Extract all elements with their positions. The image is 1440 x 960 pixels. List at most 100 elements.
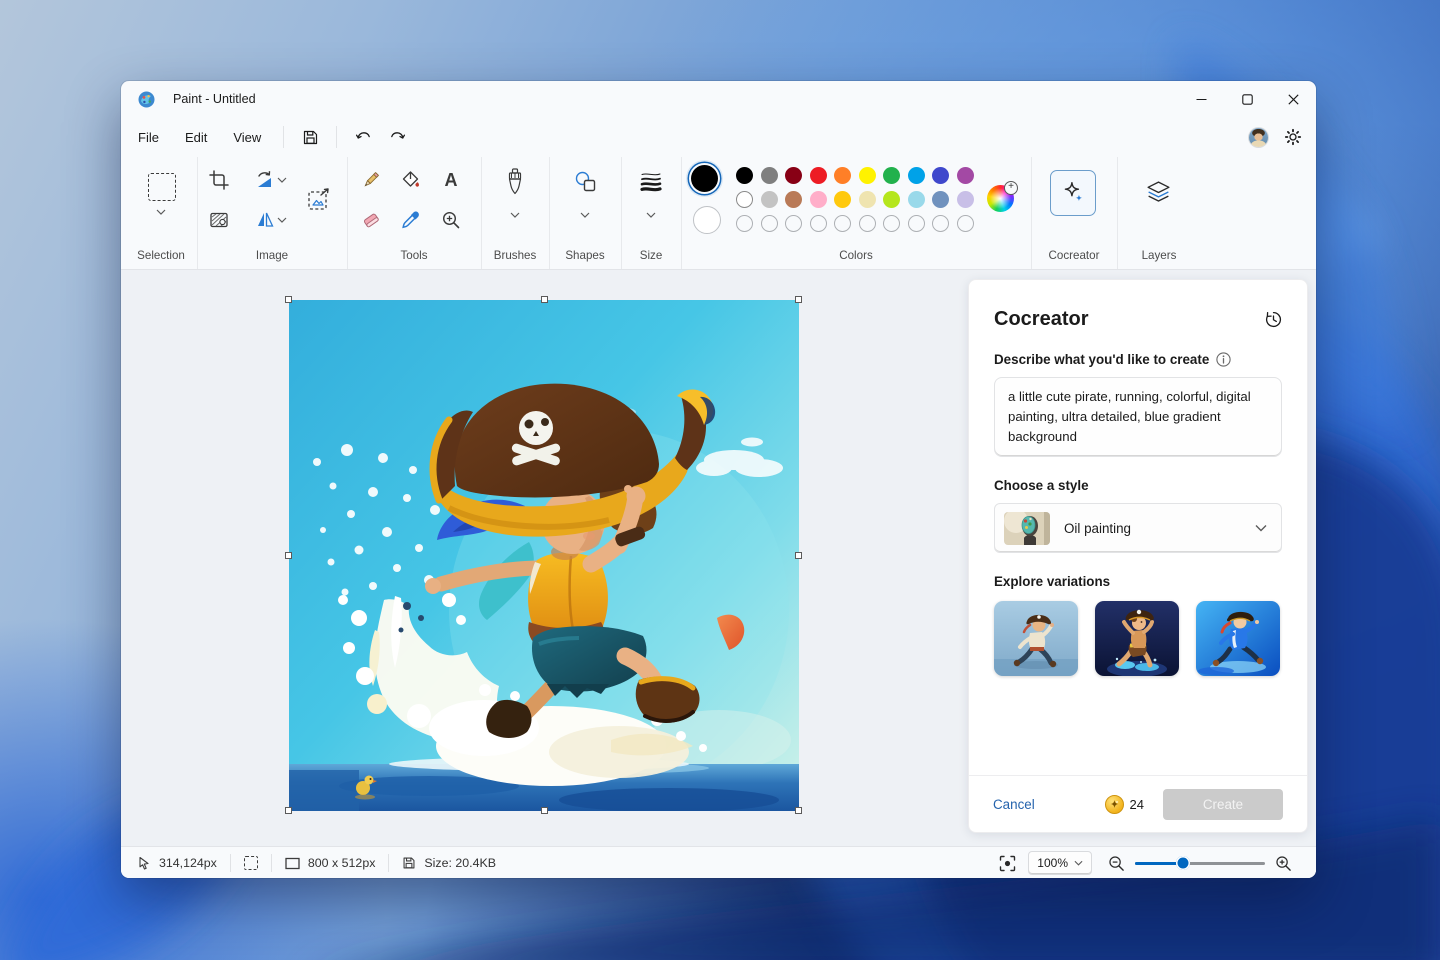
color-swatch[interactable] <box>932 167 949 184</box>
color-swatch[interactable] <box>761 167 778 184</box>
undo-icon <box>355 129 372 146</box>
selection-handle[interactable] <box>541 807 548 814</box>
chevron-down-icon[interactable] <box>646 212 656 218</box>
cocreator-button[interactable] <box>1050 170 1096 216</box>
minimize-button[interactable] <box>1178 81 1224 117</box>
chevron-down-icon[interactable] <box>156 209 166 215</box>
custom-color-slot[interactable] <box>908 215 925 232</box>
canvas[interactable] <box>289 300 799 811</box>
crop-icon[interactable] <box>209 170 229 190</box>
selection-handle[interactable] <box>795 807 802 814</box>
resize-icon[interactable] <box>307 188 331 212</box>
chevron-down-icon[interactable] <box>277 217 287 223</box>
remove-background-icon[interactable] <box>209 210 229 230</box>
color-swatch[interactable] <box>810 191 827 208</box>
menu-file[interactable]: File <box>125 124 172 151</box>
background-color-swatch[interactable] <box>693 206 721 234</box>
custom-color-slot[interactable] <box>859 215 876 232</box>
file-size: Size: 20.4KB <box>402 856 496 870</box>
color-swatch[interactable] <box>761 191 778 208</box>
zoom-slider-thumb[interactable] <box>1176 856 1190 870</box>
custom-color-slot[interactable] <box>761 215 778 232</box>
layers-icon[interactable] <box>1145 179 1172 206</box>
custom-color-slot[interactable] <box>957 215 974 232</box>
canvas-artwork-pirate <box>289 300 799 811</box>
chevron-down-icon[interactable] <box>277 177 287 183</box>
create-button[interactable]: Create <box>1163 789 1283 820</box>
selection-handle[interactable] <box>285 552 292 559</box>
magnifier-icon[interactable] <box>441 210 461 230</box>
maximize-button[interactable] <box>1224 81 1270 117</box>
color-swatch[interactable] <box>736 191 753 208</box>
selection-handle[interactable] <box>795 552 802 559</box>
color-swatch[interactable] <box>957 167 974 184</box>
rotate-icon[interactable] <box>255 170 275 190</box>
text-icon[interactable]: A <box>441 168 461 192</box>
color-swatch[interactable] <box>883 191 900 208</box>
custom-color-slot[interactable] <box>883 215 900 232</box>
selection-rect-icon[interactable] <box>148 173 176 201</box>
prompt-input[interactable]: a little cute pirate, running, colorful,… <box>994 377 1282 457</box>
variation-thumbnail-1[interactable] <box>994 601 1078 676</box>
group-label: Cocreator <box>1031 249 1117 262</box>
shapes-icon[interactable] <box>574 170 597 193</box>
gear-icon[interactable] <box>1284 128 1302 146</box>
color-swatch[interactable] <box>957 191 974 208</box>
panel-title: Cocreator <box>994 308 1282 331</box>
custom-color-slot[interactable] <box>932 215 949 232</box>
close-button[interactable] <box>1270 81 1316 117</box>
eraser-icon[interactable] <box>361 210 381 230</box>
color-swatch[interactable] <box>785 167 802 184</box>
undo-button[interactable] <box>346 122 380 152</box>
zoom-slider[interactable] <box>1135 855 1265 871</box>
line-size-icon[interactable] <box>640 171 662 192</box>
color-swatch[interactable] <box>859 191 876 208</box>
selection-handle[interactable] <box>795 296 802 303</box>
custom-color-slot[interactable] <box>834 215 851 232</box>
color-swatch[interactable] <box>834 167 851 184</box>
style-dropdown[interactable]: Oil painting <box>994 503 1282 553</box>
color-swatch[interactable] <box>834 191 851 208</box>
color-swatch[interactable] <box>908 191 925 208</box>
menu-view[interactable]: View <box>220 124 274 151</box>
custom-color-slot[interactable] <box>736 215 753 232</box>
pencil-icon[interactable] <box>361 170 381 190</box>
fill-bucket-icon[interactable] <box>401 170 421 190</box>
custom-color-slot[interactable] <box>810 215 827 232</box>
color-swatch[interactable] <box>932 191 949 208</box>
color-swatch[interactable] <box>810 167 827 184</box>
redo-button[interactable] <box>380 122 414 152</box>
chevron-down-icon[interactable] <box>580 212 590 218</box>
variation-thumbnail-3[interactable] <box>1196 601 1280 676</box>
color-swatch[interactable] <box>908 167 925 184</box>
chevron-down-icon[interactable] <box>510 212 520 218</box>
fit-screen-icon[interactable] <box>999 855 1016 872</box>
eyedropper-icon[interactable] <box>401 210 421 230</box>
color-swatch[interactable] <box>859 167 876 184</box>
brush-icon[interactable] <box>503 168 527 196</box>
profile-avatar[interactable] <box>1249 128 1268 147</box>
color-swatch[interactable] <box>785 191 802 208</box>
menu-edit[interactable]: Edit <box>172 124 220 151</box>
variation-thumbnail-2[interactable] <box>1095 601 1179 676</box>
zoom-in-icon[interactable] <box>1275 855 1292 872</box>
custom-color-slot[interactable] <box>785 215 802 232</box>
color-swatch[interactable] <box>736 167 753 184</box>
flip-icon[interactable] <box>255 210 275 230</box>
group-label: Colors <box>681 249 1031 262</box>
info-icon[interactable] <box>1216 352 1231 367</box>
color-wheel-icon[interactable]: + <box>987 185 1014 212</box>
cancel-button[interactable]: Cancel <box>993 797 1035 812</box>
zoom-out-icon[interactable] <box>1108 855 1125 872</box>
selection-handle[interactable] <box>285 296 292 303</box>
color-swatch[interactable] <box>883 167 900 184</box>
chevron-down-icon <box>1255 524 1267 532</box>
foreground-color-swatch[interactable] <box>691 165 718 192</box>
save-button[interactable] <box>293 122 327 152</box>
selection-handle[interactable] <box>541 296 548 303</box>
history-button[interactable] <box>1261 307 1285 331</box>
zoom-level-dropdown[interactable]: 100% <box>1028 851 1092 875</box>
cursor-icon <box>137 856 151 870</box>
style-thumbnail <box>1004 512 1050 545</box>
selection-handle[interactable] <box>285 807 292 814</box>
